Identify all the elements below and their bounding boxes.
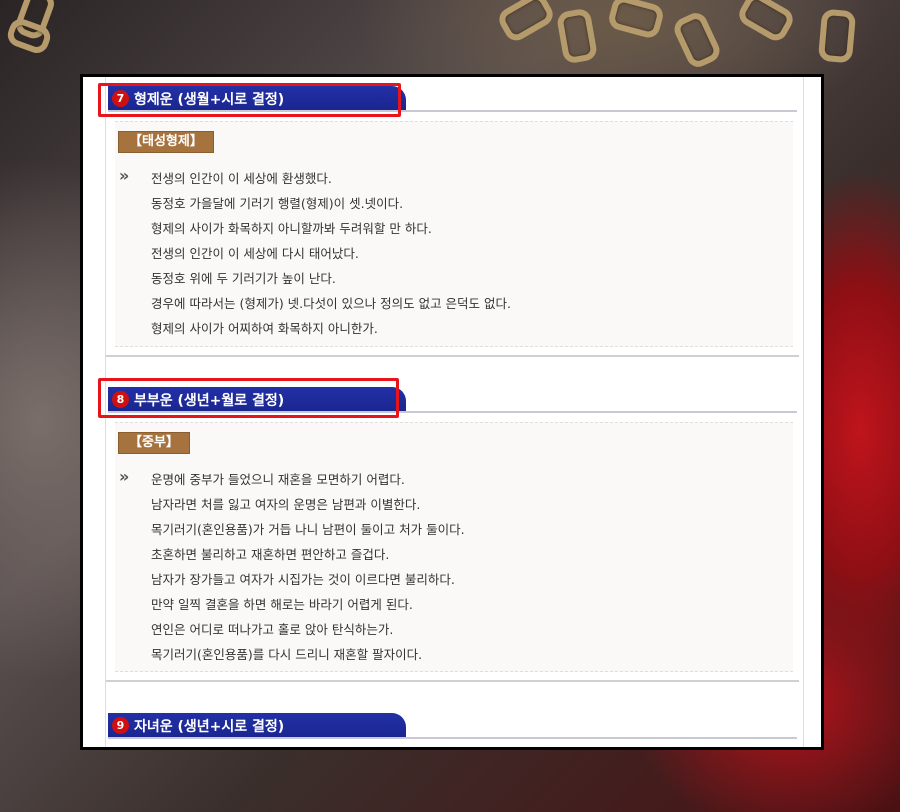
section-spouse: 8 부부운 (생년+월로 결정) 【중부】 » 운명에 중부가 들었으니 재혼을… (98, 378, 803, 682)
section-number-badge: 9 (112, 717, 129, 734)
reading-box: 【중부】 » 운명에 중부가 들었으니 재혼을 모면하기 어렵다. 남자라면 처… (115, 422, 793, 672)
reading-line: 형제의 사이가 화목하지 아니할까봐 두려워할 만 하다. (151, 221, 432, 236)
highlight-box (98, 378, 399, 418)
reading-line: 형제의 사이가 어찌하여 화목하지 아니한가. (151, 321, 378, 336)
reading-box: 【태성형제】 » 전생의 인간이 이 세상에 환생했다. 동정호 가을달에 기러… (115, 121, 793, 347)
reading-line: 동정호 위에 두 기러기가 높이 난다. (151, 271, 336, 286)
reading-line: 만약 일찍 결혼을 하면 해로는 바라기 어렵게 된다. (151, 597, 413, 612)
fortune-content: 7 형제운 (생월+시로 결정) 【태성형제】 » 전생의 인간이 이 세상에 … (98, 77, 804, 747)
bullet-icon: » (119, 467, 130, 486)
fortune-panel: 7 형제운 (생월+시로 결정) 【태성형제】 » 전생의 인간이 이 세상에 … (80, 74, 824, 750)
section-title: 자녀운 (생년+시로 결정) (134, 719, 285, 735)
section-header: 9 자녀운 (생년+시로 결정) (106, 704, 803, 740)
reading-line: 남자라면 처를 잃고 여자의 운명은 남편과 이별한다. (151, 497, 421, 512)
highlight-box (98, 83, 401, 117)
section-siblings: 7 형제운 (생월+시로 결정) 【태성형제】 » 전생의 인간이 이 세상에 … (98, 77, 803, 357)
reading-line: 초혼하면 불리하고 재혼하면 편안하고 즐겁다. (151, 547, 390, 562)
reading-line: 남자가 장가들고 여자가 시집가는 것이 이르다면 불리하다. (151, 572, 455, 587)
reading-line: 전생의 인간이 이 세상에 다시 태어났다. (151, 246, 359, 261)
reading-line: 운명에 중부가 들었으니 재혼을 모면하기 어렵다. (151, 472, 405, 487)
reading-line: 전생의 인간이 이 세상에 환생했다. (151, 171, 332, 186)
reading-line: 경우에 따라서는 (형제가) 넷.다섯이 있으나 정의도 없고 은덕도 없다. (151, 296, 511, 311)
reading-line: 목기러기(혼인용품)를 다시 드리니 재혼할 팔자이다. (151, 647, 423, 662)
reading-line: 목기러기(혼인용품)가 거듭 나니 남편이 둘이고 처가 둘이다. (151, 522, 465, 537)
section-divider (106, 680, 799, 682)
reading-line: 연인은 어디로 떠나가고 홀로 앉아 탄식하는가. (151, 622, 394, 637)
bullet-icon: » (119, 166, 130, 185)
category-badge: 【중부】 (118, 432, 190, 454)
section-children: 9 자녀운 (생년+시로 결정) (106, 704, 803, 740)
category-badge: 【태성형제】 (118, 131, 214, 153)
reading-line: 동정호 가을달에 기러기 행렬(형제)이 셋.넷이다. (151, 196, 404, 211)
section-divider (106, 355, 799, 357)
